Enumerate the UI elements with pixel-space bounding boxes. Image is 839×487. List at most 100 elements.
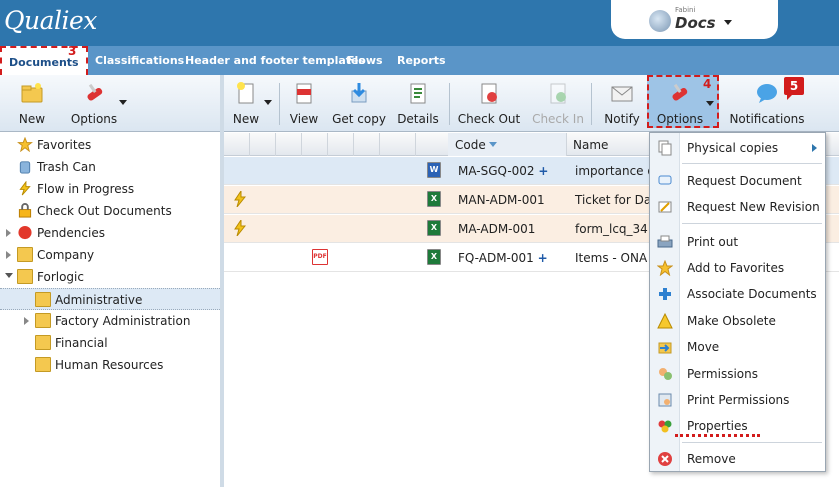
row-name: Items - ONA: [575, 251, 648, 265]
expand-icon[interactable]: [6, 229, 11, 237]
button-label: Get copy: [332, 112, 386, 126]
app-small-label: Fabini: [675, 6, 696, 14]
button-label: Options: [656, 112, 704, 126]
row-code: MA-ADM-001: [458, 222, 536, 236]
column-separator[interactable]: [327, 133, 328, 156]
notify-button[interactable]: Notify: [598, 75, 646, 132]
tree-toolbar: New Options: [0, 75, 220, 132]
menu-item-permissions[interactable]: Permissions: [650, 362, 825, 386]
envelope-icon: [611, 86, 633, 102]
button-label: New: [18, 112, 46, 126]
sort-desc-icon: [489, 142, 497, 147]
code-column-header[interactable]: Code: [448, 133, 566, 156]
name-column-header[interactable]: Name: [573, 138, 608, 152]
menu-item-label: Make Obsolete: [687, 314, 776, 328]
request-icon: [658, 175, 672, 185]
menu-item-request-new-revision[interactable]: Request New Revision: [650, 195, 825, 219]
tab-classifications[interactable]: Classifications: [95, 54, 184, 67]
menu-item-label: Physical copies: [687, 141, 779, 155]
app-header: Qualiex Fabini Docs: [0, 0, 839, 46]
menu-item-label: Remove: [687, 452, 736, 466]
column-separator[interactable]: [301, 133, 302, 156]
collapse-icon[interactable]: [5, 273, 13, 278]
folder-icon: [35, 313, 51, 328]
column-separator[interactable]: [275, 133, 276, 156]
trash-icon: [19, 161, 31, 174]
check-out-icon: [481, 83, 497, 104]
flow-icon: [234, 191, 246, 207]
tree-new-button[interactable]: New: [8, 75, 56, 132]
tree-item-favorites[interactable]: Favorites: [0, 134, 220, 156]
details-icon: [410, 83, 426, 104]
toolbar-separator: [449, 83, 450, 125]
annotation-underline: [675, 434, 760, 437]
details-button[interactable]: Details: [394, 75, 442, 132]
menu-item-make-obsolete[interactable]: Make Obsolete: [650, 309, 825, 333]
menu-item-print-out[interactable]: Print out: [650, 230, 825, 254]
tab-flows[interactable]: Flows: [347, 54, 383, 67]
menu-item-physical-copies[interactable]: Physical copies: [650, 136, 825, 160]
column-separator[interactable]: [566, 133, 567, 156]
view-button[interactable]: View: [284, 75, 324, 132]
tree-item-human-resources[interactable]: Human Resources: [0, 354, 220, 376]
expand-icon[interactable]: [24, 317, 29, 325]
word-file-icon: W: [427, 162, 441, 178]
tree-options-button[interactable]: Options: [66, 75, 122, 132]
column-separator[interactable]: [415, 133, 416, 156]
menu-item-add-to-favorites[interactable]: Add to Favorites: [650, 256, 825, 280]
tree-item-label: Human Resources: [55, 358, 164, 372]
row-name: importance of: [575, 164, 659, 178]
star-icon: [17, 137, 33, 152]
swiss-knife-icon: [87, 83, 103, 101]
menu-item-label: Request New Revision: [687, 200, 820, 214]
tree-item-factory-administration[interactable]: Factory Administration: [0, 310, 220, 332]
tree-item-forlogic[interactable]: Forlogic: [0, 266, 220, 288]
expand-icon[interactable]: [6, 251, 11, 259]
column-separator[interactable]: [353, 133, 354, 156]
excel-file-icon: X: [427, 191, 441, 207]
chevron-down-icon[interactable]: [119, 100, 127, 105]
tab-reports[interactable]: Reports: [397, 54, 446, 67]
get-copy-button[interactable]: Get copy: [332, 75, 386, 132]
tree-item-flow-in-progress[interactable]: Flow in Progress: [0, 178, 220, 200]
tree-item-pendencies[interactable]: Pendencies: [0, 222, 220, 244]
menu-item-remove[interactable]: Remove: [650, 447, 825, 471]
check-out-button[interactable]: Check Out: [456, 75, 522, 132]
new-document-button[interactable]: New: [226, 75, 266, 132]
excel-file-icon: X: [427, 249, 441, 265]
tree-item-label: Trash Can: [37, 160, 96, 174]
tree-item-company[interactable]: Company: [0, 244, 220, 266]
button-label: Check Out: [457, 112, 521, 126]
chevron-down-icon[interactable]: [706, 101, 714, 106]
app-switcher[interactable]: Fabini Docs: [611, 0, 778, 39]
tree-item-financial[interactable]: Financial: [0, 332, 220, 354]
chevron-down-icon[interactable]: [724, 20, 732, 25]
menu-item-move[interactable]: Move: [650, 335, 825, 359]
options-menu: Physical copies Request Document Request…: [649, 132, 826, 472]
tree-item-administrative[interactable]: Administrative: [0, 288, 220, 310]
chevron-down-icon[interactable]: [264, 100, 272, 105]
pdf-icon[interactable]: PDF: [312, 249, 328, 265]
folder-icon: [35, 335, 51, 350]
column-separator[interactable]: [379, 133, 380, 156]
download-icon: [351, 83, 367, 103]
qualiex-logo[interactable]: Qualiex: [4, 6, 97, 35]
remove-icon: [658, 452, 672, 466]
check-in-button[interactable]: Check In: [530, 75, 586, 132]
menu-item-request-document[interactable]: Request Document: [650, 169, 825, 193]
pdf-icon: [296, 83, 312, 104]
menu-item-print-permissions[interactable]: Print Permissions: [650, 388, 825, 412]
tree-item-check-out-documents[interactable]: Check Out Documents: [0, 200, 220, 222]
column-separator[interactable]: [249, 133, 250, 156]
tree-item-label: Pendencies: [37, 226, 105, 240]
folder-icon: [35, 357, 51, 372]
permissions-icon: [659, 368, 672, 380]
menu-separator: [682, 442, 822, 443]
flow-icon: [234, 220, 246, 236]
tree-item-trash-can[interactable]: Trash Can: [0, 156, 220, 178]
tab-header-footer-templates[interactable]: Header and footer templates: [185, 54, 365, 67]
folder-icon: [17, 247, 33, 262]
printer-icon: [657, 235, 673, 248]
annotation-badge-5: 5: [784, 77, 804, 100]
menu-item-associate-documents[interactable]: Associate Documents: [650, 282, 825, 306]
